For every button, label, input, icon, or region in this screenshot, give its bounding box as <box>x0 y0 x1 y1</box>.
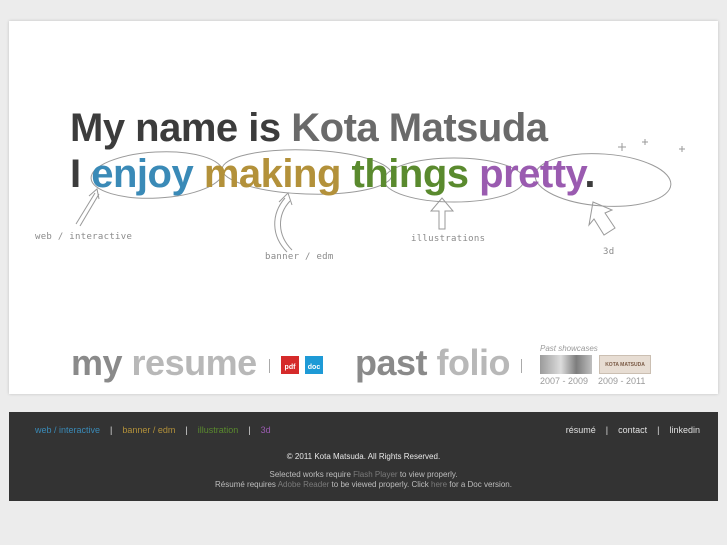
showcase-thumb-2009[interactable]: KOTA MATSUDA <box>599 355 651 374</box>
headline-name: Kota Matsuda <box>291 106 548 150</box>
flash-note: Selected works require Flash Player to v… <box>9 470 718 479</box>
footer-link-contact[interactable]: contact <box>618 425 647 435</box>
footer-link-3d[interactable]: 3d <box>261 425 271 435</box>
doc-icon[interactable]: doc <box>305 356 323 374</box>
reader-note: Résumé requires Adobe Reader to be viewe… <box>9 480 718 489</box>
illustration-arrow <box>429 197 455 230</box>
banner-arrow <box>274 192 293 253</box>
reader-note-b: to be viewed properly. Click <box>331 480 429 489</box>
3d-arrow <box>588 201 616 236</box>
pipe: | <box>110 425 113 435</box>
separator <box>269 359 270 373</box>
headline-period: . <box>584 152 595 196</box>
past-showcases-title: Past showcases <box>540 344 598 353</box>
pdf-icon[interactable]: pdf <box>281 356 299 374</box>
showcase-caption-2007[interactable]: 2007 - 2009 <box>540 376 588 386</box>
copyright: © 2011 Kota Matsuda. All Rights Reserved… <box>286 452 441 461</box>
flash-note-a: Selected works require <box>269 470 351 479</box>
pipe: | <box>248 425 251 435</box>
my-resume-word-a: my <box>71 342 123 383</box>
past-folio-word-a: past <box>355 342 428 383</box>
separator <box>521 359 522 373</box>
showcase-thumb-2007[interactable] <box>540 355 592 374</box>
showcase-caption-2009[interactable]: 2009 - 2011 <box>598 376 645 386</box>
label-3d: 3d <box>603 247 615 257</box>
bottom-links: my resume pdf doc past folio Past showca… <box>71 339 711 389</box>
adobe-reader-link[interactable]: Adobe Reader <box>278 480 330 489</box>
word-pretty[interactable]: pretty <box>479 152 585 196</box>
word-things[interactable]: things <box>352 152 469 196</box>
footer-link-banner[interactable]: banner / edm <box>122 425 175 435</box>
label-illustrations: illustrations <box>411 234 486 244</box>
footer-nav-left: web / interactive | banner / edm | illustrat… <box>35 425 271 435</box>
headline-i: I <box>70 152 81 196</box>
footer-link-resume[interactable]: résumé <box>566 425 596 435</box>
past-folio-word-b: folio <box>436 342 511 383</box>
doc-version-link[interactable]: here <box>431 480 447 489</box>
headline-line1: My name is Kota Matsuda <box>70 105 595 151</box>
pipe: | <box>605 425 609 435</box>
thumb-logo-text: KOTA MATSUDA <box>605 362 645 368</box>
label-web-interactive: web / interactive <box>35 232 133 242</box>
my-resume-link[interactable]: my resume <box>71 342 257 384</box>
footer: web / interactive | banner / edm | illustrat… <box>9 412 718 501</box>
flash-player-link[interactable]: Flash Player <box>353 470 397 479</box>
word-making[interactable]: making <box>204 152 342 196</box>
footer-link-linkedin[interactable]: linkedin <box>669 425 700 435</box>
headline-line2: I enjoy making things pretty. <box>70 151 595 197</box>
footer-link-illustration[interactable]: illustration <box>198 425 239 435</box>
label-banner-edm: banner / edm <box>265 252 334 262</box>
footer-link-web[interactable]: web / interactive <box>35 425 100 435</box>
my-resume-word-b: resume <box>131 342 258 383</box>
pipe: | <box>657 425 660 435</box>
flash-note-b: to view properly. <box>399 470 458 479</box>
word-enjoy[interactable]: enjoy <box>91 152 193 196</box>
footer-nav-right: résumé | contact | linkedin <box>566 425 700 435</box>
headline-name-intro: My name is <box>70 106 281 150</box>
pipe: | <box>185 425 188 435</box>
past-folio-link[interactable]: past folio <box>355 342 511 384</box>
headline: My name is Kota Matsuda I enjoy making t… <box>70 105 595 197</box>
main-card: My name is Kota Matsuda I enjoy making t… <box>9 21 718 394</box>
reader-note-c: for a Doc version. <box>449 480 512 489</box>
reader-note-a: Résumé requires <box>215 480 276 489</box>
